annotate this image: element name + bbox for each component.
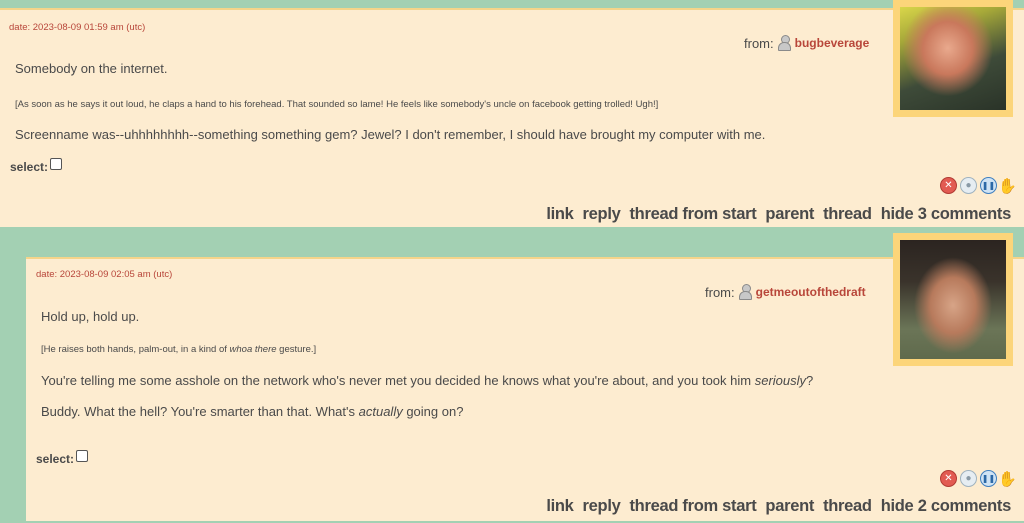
username-link[interactable]: bugbeverage bbox=[795, 36, 870, 50]
comment-date: date: 2023-08-09 02:05 am (utc) bbox=[36, 269, 173, 280]
avatar-getmeoutofthedraft[interactable] bbox=[893, 233, 1013, 366]
comment-from: from: bugbeverage bbox=[744, 35, 869, 51]
pause-icon[interactable]: ❚❚ bbox=[980, 470, 997, 487]
parent-link[interactable]: parent bbox=[765, 205, 814, 224]
link-link[interactable]: link bbox=[546, 497, 574, 516]
comment-date: date: 2023-08-09 01:59 am (utc) bbox=[9, 22, 146, 33]
comment-1: date: 2023-08-09 01:59 am (utc) from: bu… bbox=[0, 8, 1024, 227]
user-icon[interactable] bbox=[738, 284, 752, 300]
comment-text: Somebody on the internet. bbox=[15, 61, 168, 76]
delete-icon[interactable]: ✕ bbox=[940, 177, 957, 194]
comment-from: from: getmeoutofthedraft bbox=[705, 284, 866, 300]
comment-links: link reply thread from start parent thre… bbox=[546, 497, 1011, 516]
link-link[interactable]: link bbox=[546, 205, 574, 224]
comment-actions-icons: ✕ ● ❚❚ ✋ bbox=[940, 470, 1017, 488]
avatar-bugbeverage[interactable] bbox=[893, 0, 1013, 117]
user-icon[interactable] bbox=[777, 35, 791, 51]
comment-actions-icons: ✕ ● ❚❚ ✋ bbox=[940, 177, 1017, 195]
thread-link[interactable]: thread bbox=[823, 205, 872, 224]
thread-from-start-link[interactable]: thread from start bbox=[629, 205, 756, 224]
comment-text: Buddy. What the hell? You're smarter tha… bbox=[41, 404, 464, 419]
select-label: select: bbox=[36, 452, 75, 466]
select-label: select: bbox=[10, 160, 49, 174]
delete-icon[interactable]: ✕ bbox=[940, 470, 957, 487]
top-strip bbox=[0, 0, 1024, 8]
comment-links: link reply thread from start parent thre… bbox=[546, 205, 1011, 224]
comment-text: Hold up, hold up. bbox=[41, 309, 140, 324]
select-control: select: bbox=[36, 450, 89, 466]
select-checkbox[interactable] bbox=[50, 158, 63, 170]
thread-link[interactable]: thread bbox=[823, 497, 872, 516]
comment-2: date: 2023-08-09 02:05 am (utc) from: ge… bbox=[26, 257, 1024, 521]
comment-action-text: [He raises both hands, palm-out, in a ki… bbox=[41, 344, 317, 355]
username-link[interactable]: getmeoutofthedraft bbox=[756, 285, 866, 299]
from-label: from: bbox=[744, 35, 774, 51]
hide-comments-link[interactable]: hide 2 comments bbox=[881, 497, 1012, 516]
hand-icon[interactable]: ✋ bbox=[998, 178, 1017, 195]
hide-comments-link[interactable]: hide 3 comments bbox=[881, 205, 1012, 224]
bulb-icon[interactable]: ● bbox=[960, 470, 977, 487]
reply-link[interactable]: reply bbox=[583, 497, 621, 516]
reply-link[interactable]: reply bbox=[583, 205, 621, 224]
thread-from-start-link[interactable]: thread from start bbox=[629, 497, 756, 516]
hand-icon[interactable]: ✋ bbox=[998, 471, 1017, 488]
pause-icon[interactable]: ❚❚ bbox=[980, 177, 997, 194]
bulb-icon[interactable]: ● bbox=[960, 177, 977, 194]
select-checkbox[interactable] bbox=[76, 450, 89, 462]
comment-action-text: [As soon as he says it out loud, he clap… bbox=[15, 99, 659, 110]
comment-text: Screenname was--uhhhhhhhh--something som… bbox=[15, 127, 766, 142]
parent-link[interactable]: parent bbox=[765, 497, 814, 516]
comment-text: You're telling me some asshole on the ne… bbox=[41, 373, 814, 388]
from-label: from: bbox=[705, 284, 735, 300]
select-control: select: bbox=[10, 158, 63, 174]
